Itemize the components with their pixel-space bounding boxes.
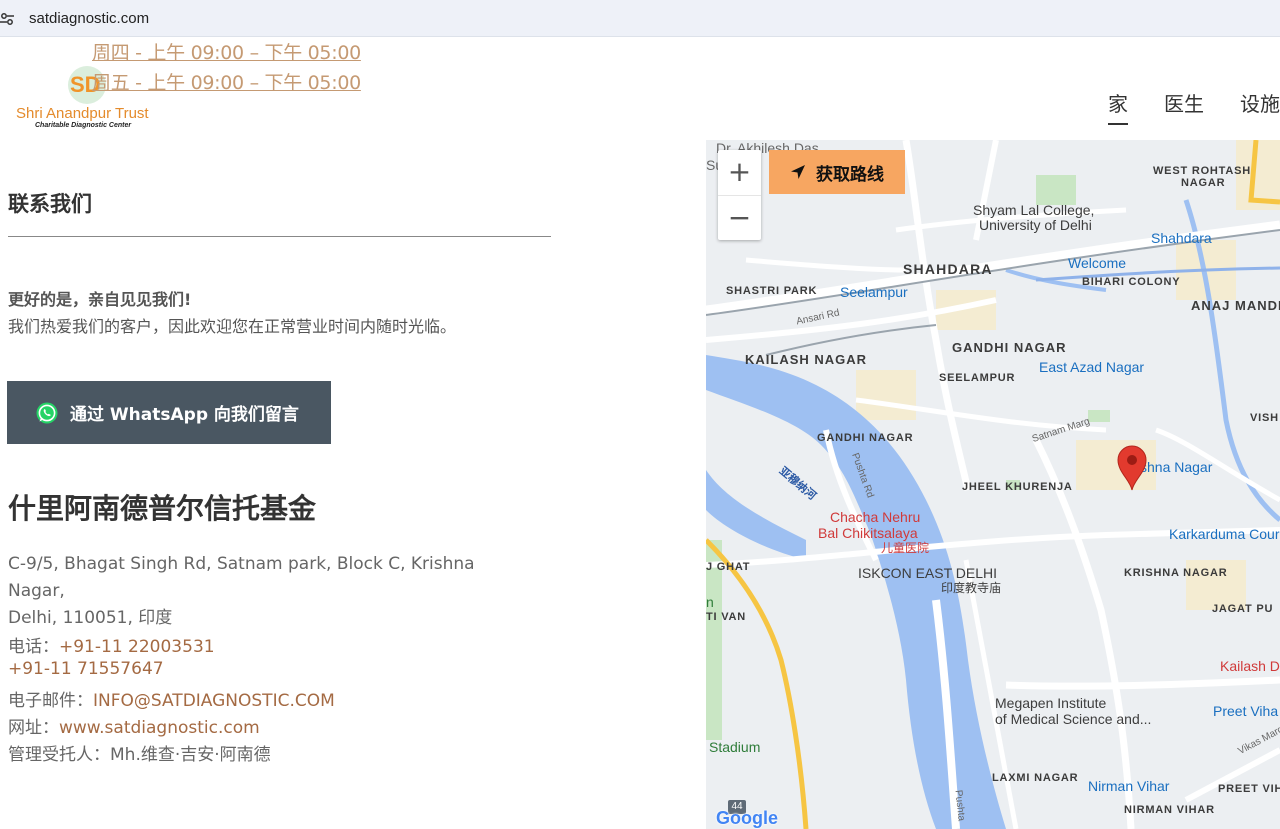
map-label-kailash-d: Kailash D (1220, 658, 1280, 674)
nav-item-doctors[interactable]: 医生 (1164, 88, 1204, 123)
map-label-shastri-park: SHASTRI PARK (726, 285, 818, 297)
email-link[interactable]: INFO@SATDIAGNOSTIC.COM (93, 691, 335, 711)
address-line-2: Delhi, 110051, 印度 (8, 608, 173, 628)
address-url[interactable]: satdiagnostic.com (29, 10, 149, 27)
map-label-shahdara-station: Shahdara (1151, 230, 1212, 246)
phone-link-1[interactable]: +91-11 22003531 (59, 637, 215, 657)
whatsapp-label: 通过 WhatsApp 向我们留言 (70, 405, 299, 425)
map-label-ti-van: TI VAN (706, 611, 747, 623)
nav-item-facilities[interactable]: 设施 (1240, 88, 1280, 123)
map-label-stadium: Stadium (709, 739, 761, 755)
lead-text: 我们热爱我们的客户，因此欢迎您在正常营业时间内随时光临。 (8, 317, 457, 336)
section-divider (8, 236, 551, 237)
lead-heading: 更好的是，亲自见见我们! (8, 290, 192, 309)
map-label-jheel-khurenja: JHEEL KHURENJA (962, 481, 1073, 493)
map-label-temple-cn: 印度教寺庙 (941, 581, 1002, 595)
map-label-gandhi-nagar-small: GANDHI NAGAR (817, 432, 914, 444)
email-line: 电子邮件：INFO@SATDIAGNOSTIC.COM (8, 686, 335, 711)
hours-friday-link[interactable]: 周五 - 上午 09:00 – 下午 05:00 (92, 68, 361, 95)
map-label-vish: VISH (1250, 412, 1279, 424)
map-label-east-azad: East Azad Nagar (1039, 359, 1145, 375)
map-label-krishna-nagar: KRISHNA NAGAR (1124, 567, 1228, 579)
map-label-chacha-nehru: Chacha Nehru (830, 509, 921, 525)
map-label-preet-vihar: PREET VIH (1218, 783, 1280, 795)
phone-line: 电话：+91-11 22003531 (8, 632, 215, 657)
logo-name: Shri Anandpur Trust (16, 105, 149, 122)
map-label-anaj-mandi: ANAJ MANDI (1191, 298, 1280, 313)
email-label: 电子邮件： (8, 691, 93, 711)
map-label-nirman-vihar-station: Nirman Vihar (1088, 778, 1170, 794)
google-map[interactable]: Dr. Akhilesh Das Su WEST ROHTASH NAGAR S… (706, 140, 1280, 829)
zoom-in-button[interactable]: + (718, 150, 761, 195)
site-settings-icon[interactable] (0, 9, 20, 29)
zoom-out-button[interactable]: − (718, 195, 761, 240)
map-label-west-rohtash: WEST ROHTASH (1153, 165, 1252, 177)
logo-subtitle: Charitable Diagnostic Center (35, 122, 132, 129)
map-label-preet-vihar-station: Preet Viha (1213, 703, 1279, 719)
map-zoom-control: + − (718, 150, 761, 240)
website-line: 网址：www.satdiagnostic.com (8, 713, 260, 738)
map-label-krishna-nagar-station: shna Nagar (1140, 459, 1213, 475)
map-label-univ-delhi: University of Delhi (979, 217, 1092, 233)
trustee-name: Mh.维查·吉安·阿南德 (110, 745, 271, 765)
address-line-1: C-9/5, Bhagat Singh Rd, Satnam park, Blo… (8, 554, 475, 601)
map-label-west-rohtash-nagar: NAGAR (1181, 177, 1226, 189)
map-label-seelampur: SEELAMPUR (939, 372, 1016, 384)
map-label-welcome: Welcome (1068, 255, 1127, 271)
navigation-arrow-icon (791, 165, 805, 179)
map-label-bal-chikitsalaya: Bal Chikitsalaya (818, 525, 918, 541)
map-label-hospital-cn: 儿童医院 (881, 541, 930, 555)
hours-thursday-link[interactable]: 周四 - 上午 09:00 – 下午 05:00 (92, 38, 361, 65)
map-label-shahdara: SHAHDARA (903, 261, 993, 277)
website-label: 网址： (8, 718, 59, 738)
map-label-laxmi-nagar: LAXMI NAGAR (992, 772, 1079, 784)
google-attribution: Google (716, 808, 778, 828)
phone-label: 电话： (8, 637, 59, 657)
main-nav: 家 医生 设施 (1072, 88, 1280, 125)
trustee-line: 管理受托人：Mh.维查·吉安·阿南德 (8, 740, 271, 765)
org-name: 什里阿南德普尔信托基金 (8, 492, 317, 525)
contact-title: 联系我们 (8, 191, 92, 216)
get-directions-label: 获取路线 (816, 164, 884, 185)
address: C-9/5, Bhagat Singh Rd, Satnam park, Blo… (8, 551, 528, 632)
website-link[interactable]: www.satdiagnostic.com (59, 718, 260, 738)
map-label-karkarduma: Karkarduma Cour (1169, 526, 1280, 542)
get-directions-button[interactable]: 获取路线 (769, 150, 905, 194)
map-label-megapen-1: Megapen Institute (995, 695, 1107, 711)
phone-line-2: +91-11 71557647 (8, 659, 164, 679)
map-label-bihari-colony: BIHARI COLONY (1082, 276, 1181, 288)
map-label-n: n (706, 594, 714, 610)
nav-item-home[interactable]: 家 (1108, 88, 1128, 125)
map-label-gandhi-nagar-big: GANDHI NAGAR (952, 340, 1067, 355)
map-label-megapen-2: of Medical Science and... (995, 711, 1152, 727)
map-label-seelampur-station: Seelampur (840, 284, 908, 300)
whatsapp-icon (36, 402, 58, 423)
map-label-iskcon: ISKCON EAST DELHI (858, 565, 998, 581)
map-label-shyam-lal: Shyam Lal College, (973, 202, 1095, 218)
whatsapp-button[interactable]: 通过 WhatsApp 向我们留言 (7, 381, 331, 444)
map-label-kailash-nagar: KAILASH NAGAR (745, 352, 868, 367)
map-label-jagat-pu: JAGAT PU (1212, 603, 1274, 615)
browser-address-bar: satdiagnostic.com (0, 0, 1280, 37)
map-label-j-ghat: J GHAT (706, 561, 751, 573)
phone-link-2[interactable]: +91-11 71557647 (8, 659, 164, 679)
trustee-label: 管理受托人： (8, 745, 110, 765)
map-label-nirman-vihar: NIRMAN VIHAR (1124, 804, 1215, 816)
location-pin-icon[interactable] (1116, 445, 1148, 491)
